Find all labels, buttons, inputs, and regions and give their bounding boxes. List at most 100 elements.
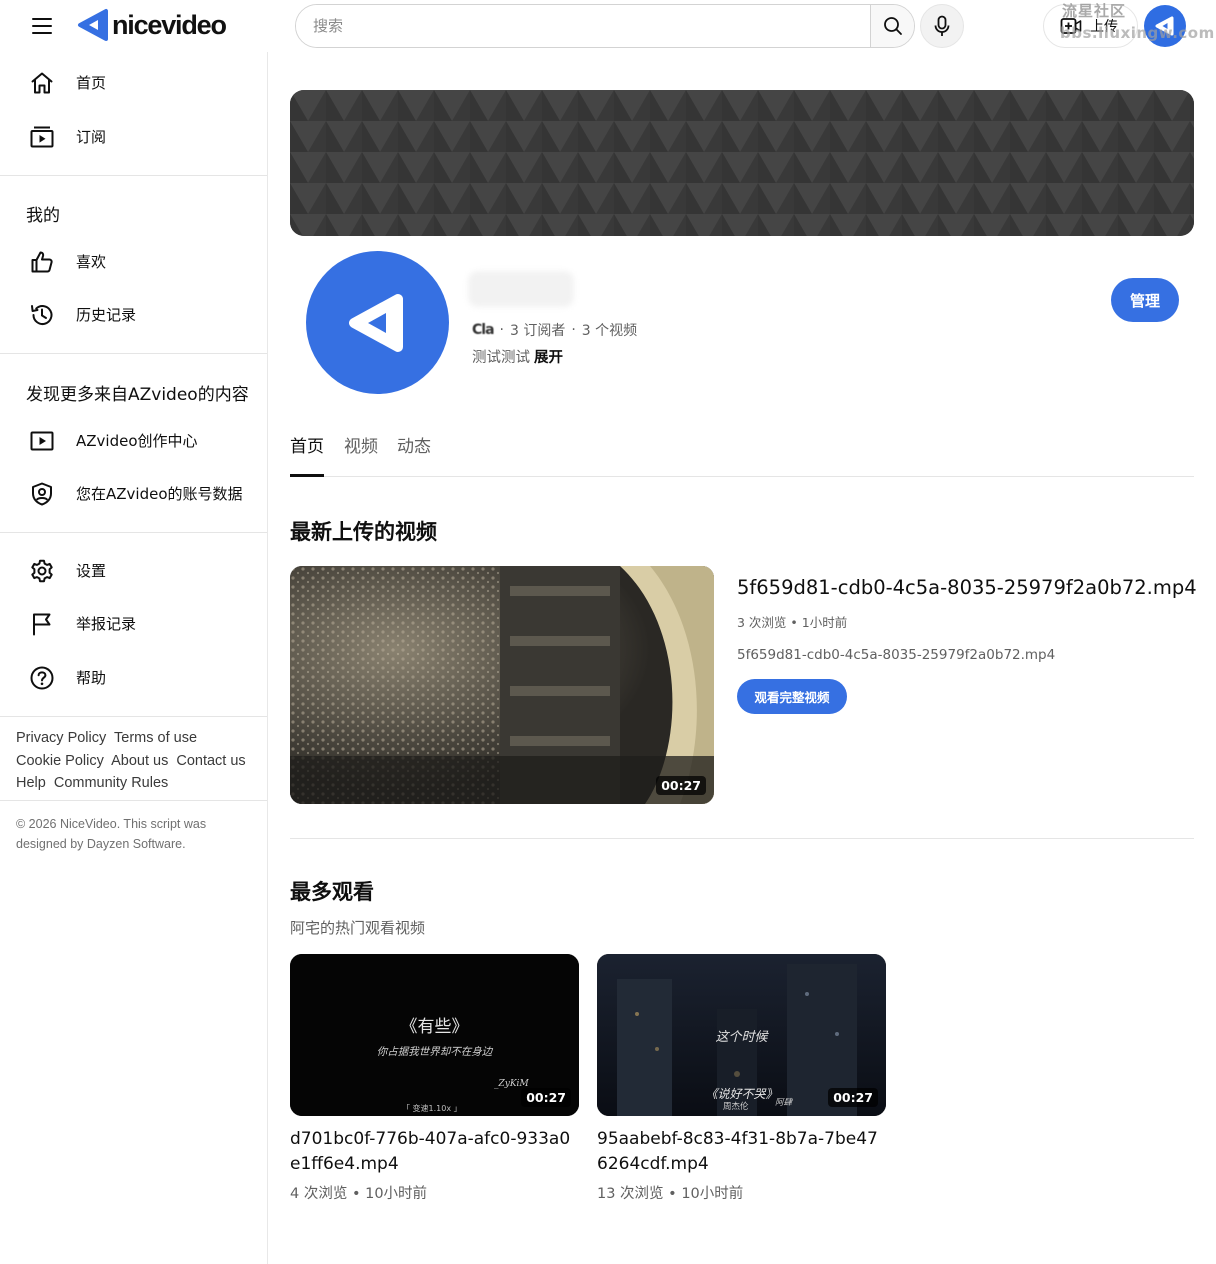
sidebar-divider [0, 716, 267, 717]
video-count: 3 个视频 [581, 323, 638, 339]
sidebar-item-label: 您在AZvideo的账号数据 [76, 484, 243, 503]
sidebar-item-reports[interactable]: 举报记录 [0, 599, 267, 647]
meta-dot: · [499, 322, 504, 338]
upload-button[interactable]: 上传 [1043, 4, 1138, 48]
logo[interactable]: nicevideo [76, 7, 227, 43]
sidebar: 首页 订阅 我的 喜欢 历史记录 发现更多来自AZvideo的内容 AZvide… [0, 52, 268, 1264]
video-duration: 00:27 [521, 1088, 571, 1107]
about-us-link[interactable]: About us [111, 753, 168, 769]
gear-icon [28, 557, 56, 585]
sidebar-item-label: 设置 [76, 561, 107, 580]
meta-dot: · [571, 322, 576, 338]
channel-avatar-logo-icon [348, 293, 403, 352]
subscriber-count: 3 订阅者 [509, 323, 566, 339]
sidebar-item-help[interactable]: 帮助 [0, 653, 267, 701]
section-heading-more: 发现更多来自AZvideo的内容 [26, 385, 249, 405]
search-icon [883, 17, 902, 35]
sidebar-divider [0, 175, 267, 176]
sidebar-item-label: 首页 [76, 73, 107, 92]
microphone-icon [934, 15, 950, 36]
latest-video-thumbnail[interactable]: 00:27 [290, 566, 714, 804]
terms-of-use-link[interactable]: Terms of use [114, 730, 197, 746]
sidebar-divider [0, 532, 267, 533]
play-box-icon [28, 427, 56, 455]
flag-icon [28, 610, 56, 638]
copyright-text: © 2026 NiceVideo. This script was design… [16, 817, 207, 851]
video-thumbnail[interactable]: 这个时候 《说好不哭》 周杰伦 阿肆 00:27 [597, 954, 886, 1116]
help-icon [28, 664, 56, 692]
channel-tabs: 首页 视频 动态 [290, 430, 1194, 477]
upload-video-icon [1060, 18, 1082, 34]
cookie-policy-link[interactable]: Cookie Policy [16, 753, 104, 769]
subscriptions-icon [28, 123, 56, 151]
search-input[interactable] [296, 5, 870, 47]
thumbnail-caption-lyric: 你占据我世界却不在身边 [376, 1046, 493, 1058]
sidebar-item-settings[interactable]: 设置 [0, 546, 267, 594]
top-bar: nicevideo 上传 流星社区 [0, 0, 1216, 52]
tab-posts[interactable]: 动态 [397, 432, 431, 476]
search-button[interactable] [870, 5, 914, 47]
channel-banner [290, 90, 1194, 236]
sidebar-item-label: 喜欢 [76, 252, 107, 271]
section-heading-mine: 我的 [26, 206, 60, 226]
contact-us-link[interactable]: Contact us [176, 753, 245, 769]
expand-description-button[interactable]: 展开 [534, 350, 563, 366]
privacy-policy-link[interactable]: Privacy Policy [16, 730, 106, 746]
upload-label: 上传 [1090, 19, 1118, 35]
watch-full-video-button[interactable]: 观看完整视频 [737, 679, 847, 714]
channel-name-blurred [468, 271, 574, 307]
sidebar-item-history[interactable]: 历史记录 [0, 290, 267, 338]
hamburger-menu-icon[interactable] [22, 8, 62, 44]
latest-video-meta: 3 次浏览 • 1小时前 [737, 615, 848, 630]
video-meta: 13 次浏览 • 10小时前 [597, 1186, 744, 1202]
thumbnail-artist-note: 阿肆 [775, 1098, 793, 1108]
sidebar-item-subscriptions[interactable]: 订阅 [0, 112, 267, 160]
video-duration: 00:27 [828, 1088, 878, 1107]
video-card: 这个时候 《说好不哭》 周杰伦 阿肆 00:27 95aabebf-8c83-4… [597, 954, 887, 1203]
sidebar-item-likes[interactable]: 喜欢 [0, 237, 267, 285]
night-building-image [290, 566, 714, 804]
sidebar-divider [0, 353, 267, 354]
shield-user-icon [28, 480, 56, 508]
channel-meta: Cla · 3 订阅者 · 3 个视频 [472, 320, 637, 340]
channel-description: 测试测试 展开 [472, 346, 563, 367]
video-card: 《有些》 你占据我世界却不在身边 _ZyKiM 「 变速1.10x 」 00:2… [290, 954, 580, 1203]
thumbnail-caption-title: 《有些》 [400, 1017, 469, 1037]
sidebar-divider [0, 800, 267, 801]
manage-channel-button[interactable]: 管理 [1111, 278, 1179, 322]
sidebar-item-label: 举报记录 [76, 614, 137, 633]
video-title[interactable]: 95aabebf-8c83-4f31-8b7a-7be476264cdf.mp4 [597, 1127, 887, 1177]
latest-video-title[interactable]: 5f659d81-cdb0-4c5a-8035-25979f2a0b72.mp4 [737, 576, 1197, 599]
popular-section-subtitle: 阿宅的热门观看视频 [290, 919, 426, 937]
thumbnail-speed-note: 「 变速1.10x 」 [402, 1104, 462, 1113]
sidebar-item-label: 历史记录 [76, 305, 137, 324]
video-title[interactable]: d701bc0f-776b-407a-afc0-933a0e1ff6e4.mp4 [290, 1127, 580, 1177]
footer-links: Privacy Policy Terms of use Cookie Polic… [16, 727, 256, 795]
sidebar-item-label: 帮助 [76, 668, 107, 687]
thumbnail-caption-title: 这个时候 [715, 1030, 768, 1045]
sidebar-item-label: 订阅 [76, 127, 107, 146]
thumbs-up-icon [28, 248, 56, 276]
tab-home[interactable]: 首页 [290, 432, 324, 477]
logo-icon [78, 9, 108, 41]
sidebar-item-home[interactable]: 首页 [0, 58, 267, 106]
history-icon [28, 301, 56, 329]
sidebar-item-account-data[interactable]: 您在AZvideo的账号数据 [0, 469, 267, 517]
thumbnail-singer: 周杰伦 [723, 1102, 749, 1112]
home-icon [28, 69, 56, 97]
popular-section-title: 最多观看 [290, 880, 374, 904]
section-divider [290, 838, 1194, 839]
latest-video-description: 5f659d81-cdb0-4c5a-8035-25979f2a0b72.mp4 [737, 647, 1056, 663]
avatar-logo-icon [1155, 16, 1174, 36]
latest-section-title: 最新上传的视频 [290, 520, 437, 544]
help-link[interactable]: Help [16, 775, 46, 791]
sidebar-item-creator-center[interactable]: AZvideo创作中心 [0, 416, 267, 464]
user-avatar[interactable] [1144, 5, 1186, 47]
voice-search-button[interactable] [920, 4, 964, 48]
video-duration: 00:27 [656, 776, 706, 795]
logo-text: nicevideo [112, 9, 227, 40]
tab-videos[interactable]: 视频 [344, 432, 378, 476]
banner-pattern [290, 90, 1194, 236]
video-thumbnail[interactable]: 《有些》 你占据我世界却不在身边 _ZyKiM 「 变速1.10x 」 00:2… [290, 954, 579, 1116]
community-rules-link[interactable]: Community Rules [54, 775, 168, 791]
